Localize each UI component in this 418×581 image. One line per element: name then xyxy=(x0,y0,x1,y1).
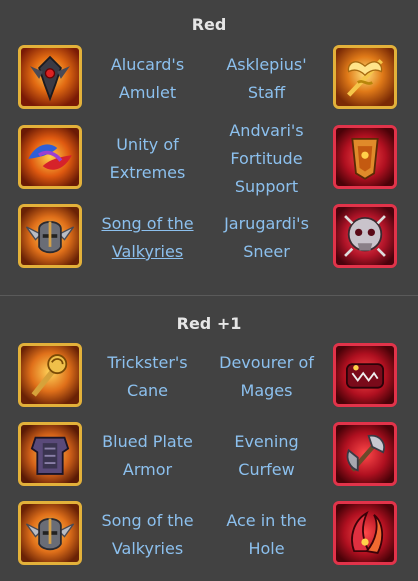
amulet-icon[interactable] xyxy=(18,45,82,109)
item-link[interactable]: Song of the Valkyries xyxy=(90,499,205,571)
valkyrie-helm-icon[interactable] xyxy=(18,501,82,565)
cane-icon[interactable] xyxy=(18,343,82,407)
item-link[interactable]: Asklepius' Staff xyxy=(209,43,324,115)
skull-icon[interactable] xyxy=(333,204,397,268)
devourer-icon[interactable] xyxy=(333,343,397,407)
item-link[interactable]: Devourer of Mages xyxy=(209,341,324,413)
item-row: Blued Plate Armor Evening Curfew xyxy=(0,420,418,492)
fortitude-icon[interactable] xyxy=(333,125,397,189)
item-link[interactable]: Jarugardi's Sneer xyxy=(209,202,324,274)
extremes-icon[interactable] xyxy=(18,125,82,189)
item-row: Song of the Valkyries Jarugardi's Sneer xyxy=(0,202,418,274)
item-link[interactable]: Alucard's Amulet xyxy=(90,43,205,115)
item-row: Unity of Extremes Andvari's Fortitude Su… xyxy=(0,121,418,196)
item-row: Alucard's Amulet Asklepius' Staff xyxy=(0,43,418,115)
axe-icon[interactable] xyxy=(333,422,397,486)
item-link[interactable]: Ace in the Hole xyxy=(209,499,324,571)
item-row: Trickster's Cane Devourer of Mages xyxy=(0,341,418,413)
item-link[interactable]: Evening Curfew xyxy=(209,420,324,492)
section-title: Red +1 xyxy=(176,314,242,333)
item-link[interactable]: Song of the Valkyries xyxy=(90,202,205,274)
armor-icon[interactable] xyxy=(18,422,82,486)
section-red-plus-1: Red +1 Trickster's Cane Devourer of Mage… xyxy=(0,296,418,581)
valkyrie-helm-icon[interactable] xyxy=(18,204,82,268)
section-title: Red xyxy=(191,15,227,34)
item-link[interactable]: Unity of Extremes xyxy=(90,123,205,195)
item-link[interactable]: Trickster's Cane xyxy=(90,341,205,413)
claw-icon[interactable] xyxy=(333,501,397,565)
item-row: Song of the Valkyries Ace in the Hole xyxy=(0,499,418,571)
item-link[interactable]: Blued Plate Armor xyxy=(90,420,205,492)
item-link[interactable]: Andvari's Fortitude Support xyxy=(209,121,324,196)
section-red: Red Alucard's Amulet Asklepius' Staff Un… xyxy=(0,0,418,296)
staff-icon[interactable] xyxy=(333,45,397,109)
